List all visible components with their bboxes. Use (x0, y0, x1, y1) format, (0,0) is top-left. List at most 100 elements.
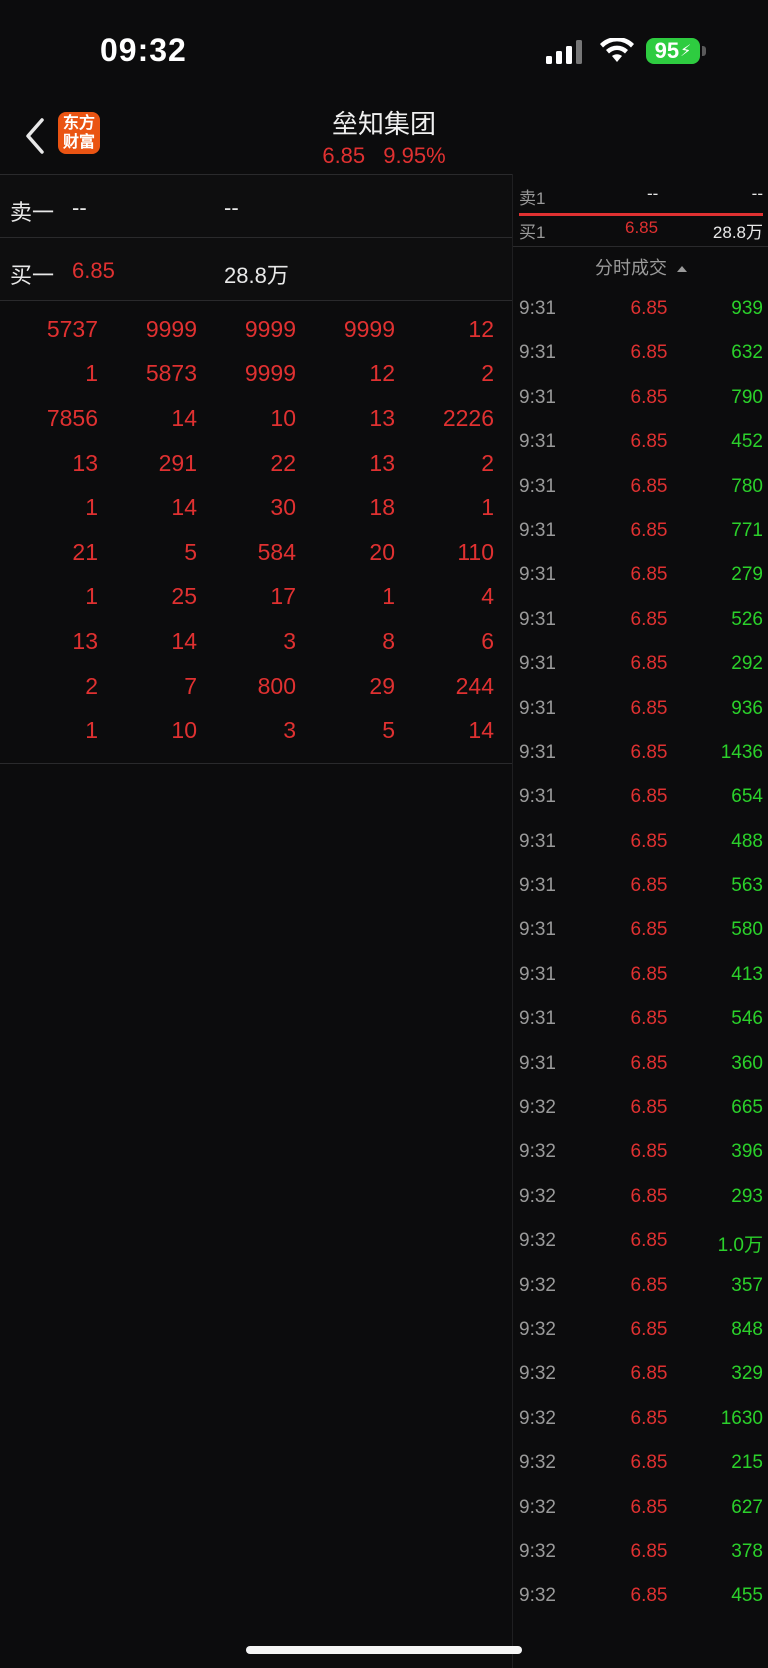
queue-cell: 1 (481, 494, 494, 521)
tick-time: 9:32 (519, 1141, 556, 1163)
stock-price-line: 6.85 9.95% (0, 143, 768, 169)
queue-cell: 9999 (244, 360, 296, 387)
tick-row: 9:31 6.85 488 (513, 819, 768, 863)
queue-cell: 110 (457, 538, 494, 565)
tick-price: 6.85 (630, 1097, 668, 1119)
queue-row: 1 10 3 5 14 (0, 708, 512, 753)
right-sell-1-price: -- (647, 184, 659, 203)
tick-price: 6.85 (630, 741, 668, 763)
tick-list[interactable]: 9:31 6.85 939 9:31 6.85 632 9:31 6.85 790 9:31 6.8… (513, 286, 768, 1618)
tick-time: 9:31 (519, 342, 556, 364)
queue-cell: 13 (369, 449, 395, 476)
tick-row: 9:31 6.85 526 (513, 597, 768, 641)
tick-time: 9:32 (519, 1585, 556, 1607)
tick-row: 9:32 6.85 455 (513, 1573, 768, 1617)
buy-1-volume: 28.8万 (224, 263, 289, 288)
queue-cell: 5 (382, 717, 395, 744)
buy-1-price: 6.85 (72, 258, 115, 283)
queue-cell: 10 (270, 404, 296, 431)
tick-time: 9:31 (519, 564, 556, 586)
queue-cell: 13 (72, 449, 98, 476)
queue-cell: 7856 (46, 404, 98, 431)
tick-row: 9:31 6.85 654 (513, 774, 768, 818)
right-buy-1-label: 买1 (519, 223, 546, 242)
sell-1-row: 卖一 -- -- (0, 174, 512, 238)
queue-row: 1 25 17 1 4 (0, 575, 512, 620)
tick-volume: 627 (731, 1496, 763, 1518)
tick-volume: 563 (731, 875, 763, 897)
tick-volume: 413 (731, 963, 763, 985)
queue-cell: 2226 (442, 404, 494, 431)
buy-1-row: 买一 6.85 28.8万 (0, 238, 512, 301)
tick-volume: 329 (731, 1363, 763, 1385)
tick-volume: 771 (731, 519, 763, 541)
right-buy-1-price: 6.85 (625, 218, 659, 237)
tick-volume: 488 (731, 830, 763, 852)
tick-price: 6.85 (630, 1452, 668, 1474)
tick-volume: 215 (731, 1452, 763, 1474)
tick-time: 9:32 (519, 1185, 556, 1207)
tick-row: 9:31 6.85 780 (513, 464, 768, 508)
home-indicator[interactable] (246, 1646, 522, 1654)
tick-price: 6.85 (630, 475, 668, 497)
tick-price: 6.85 (630, 653, 668, 675)
status-bar: 09:32 95 ⚡ (0, 0, 768, 96)
sell-1-price: -- (72, 195, 87, 220)
queue-row: 1 14 30 18 1 (0, 485, 512, 530)
queue-cell: 5873 (145, 360, 197, 387)
queue-cell: 9999 (343, 315, 395, 342)
tick-row: 9:32 6.85 627 (513, 1485, 768, 1529)
queue-cell: 6 (481, 627, 494, 654)
tick-volume: 546 (731, 1008, 763, 1030)
tick-time: 9:32 (519, 1097, 556, 1119)
tick-row: 9:32 6.85 1630 (513, 1396, 768, 1440)
queue-cell: 14 (171, 404, 197, 431)
queue-cell: 21 (72, 538, 98, 565)
tick-row: 9:31 6.85 632 (513, 330, 768, 374)
tick-time: 9:31 (519, 786, 556, 808)
right-buy-1-row: 买1 6.85 28.8万 (519, 218, 763, 246)
queue-row: 13 291 22 13 2 (0, 441, 512, 486)
queue-row: 21 5 584 20 110 (0, 530, 512, 575)
queue-cell: 244 (455, 672, 494, 699)
queue-cell: 12 (468, 315, 494, 342)
tick-time: 9:31 (519, 519, 556, 541)
sell-1-volume: -- (224, 195, 239, 220)
tick-row: 9:32 6.85 1.0万 (513, 1218, 768, 1262)
queue-cell: 5737 (46, 315, 98, 342)
tick-row: 9:31 6.85 580 (513, 907, 768, 951)
tick-price: 6.85 (630, 1363, 668, 1385)
stock-price: 6.85 (322, 143, 366, 168)
tick-volume: 632 (731, 342, 763, 364)
stock-name: 垒知集团 (331, 109, 436, 139)
ticks-header[interactable]: 分时成交 (513, 254, 768, 280)
tick-volume: 293 (731, 1185, 763, 1207)
tick-row: 9:31 6.85 939 (513, 286, 768, 330)
tick-row: 9:32 6.85 848 (513, 1307, 768, 1351)
stock-change-pct: 9.95% (383, 143, 446, 168)
queue-row: 2 7 800 29 244 (0, 664, 512, 709)
tick-time: 9:31 (519, 1008, 556, 1030)
tick-time: 9:31 (519, 875, 556, 897)
tick-price: 6.85 (630, 1496, 668, 1518)
queue-cell: 17 (270, 583, 296, 610)
queue-row: 7856 14 10 13 2226 (0, 396, 512, 441)
tick-price: 6.85 (630, 1141, 668, 1163)
tick-row: 9:32 6.85 396 (513, 1129, 768, 1173)
order-book-panel: 卖一 -- -- 买一 6.85 28.8万 5737 9999 9999 9999 1… (0, 174, 512, 764)
queue-cell: 9999 (244, 315, 296, 342)
queue-cell: 3 (283, 717, 296, 744)
queue-cell: 1 (85, 583, 98, 610)
tick-row: 9:32 6.85 378 (513, 1529, 768, 1573)
tick-volume: 665 (731, 1097, 763, 1119)
tick-volume: 357 (731, 1274, 763, 1296)
tick-time: 9:31 (519, 298, 556, 319)
tick-volume: 939 (731, 298, 763, 319)
tick-row: 9:31 6.85 292 (513, 641, 768, 685)
tick-volume: 396 (731, 1141, 763, 1163)
queue-cell: 30 (270, 494, 296, 521)
tick-price: 6.85 (630, 1274, 668, 1296)
tick-row: 9:31 6.85 771 (513, 508, 768, 552)
queue-cell: 14 (171, 494, 197, 521)
tick-time: 9:32 (519, 1318, 556, 1340)
